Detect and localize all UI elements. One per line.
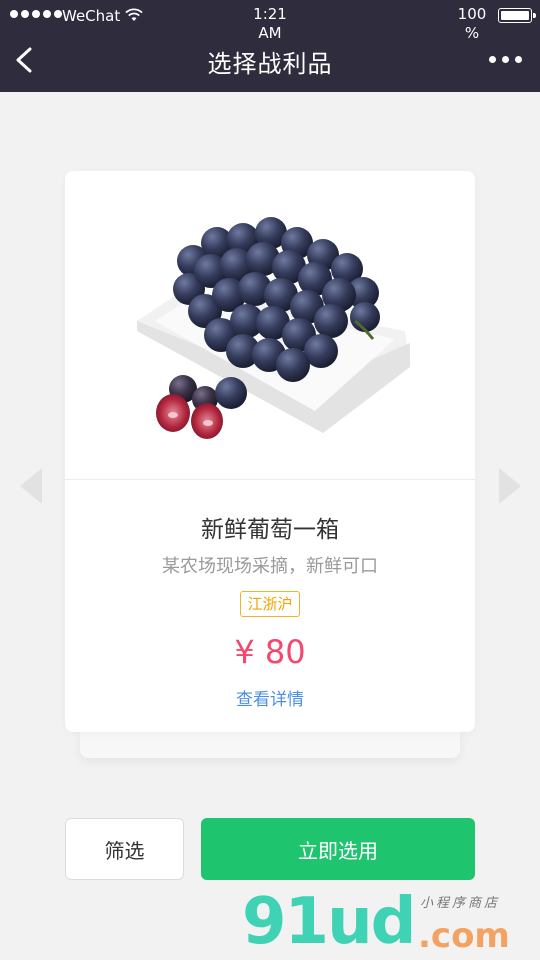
next-arrow-icon[interactable] [497, 466, 523, 506]
previous-arrow-icon[interactable] [18, 466, 44, 506]
filter-button[interactable]: 筛选 [65, 818, 184, 880]
product-image-grapes [137, 217, 410, 439]
product-name: 新鲜葡萄一箱 [201, 517, 339, 543]
back-arrow-icon[interactable] [12, 46, 36, 74]
watermark-logo: 91ud .com 小程序商店 [242, 886, 540, 960]
select-now-button[interactable]: 立即选用 [201, 818, 475, 880]
wifi-icon [125, 8, 143, 21]
watermark-domain: .com [418, 916, 510, 956]
status-bar: WeChat 1:21 AM 100 % [0, 0, 540, 42]
product-card[interactable]: 新鲜葡萄一箱 某农场现场采摘，新鲜可口 江浙沪 ¥ 80 查看详情 [65, 171, 475, 732]
top-bar: WeChat 1:21 AM 100 % 选择战利品 [0, 0, 540, 92]
page-title: 选择战利品 [207, 50, 333, 78]
view-details-link[interactable]: 查看详情 [65, 685, 475, 710]
region-badge: 江浙沪 [240, 591, 300, 617]
watermark-tagline: 小程序商店 [420, 896, 501, 911]
watermark-main: 91ud [242, 885, 416, 959]
battery-percent: 100 % [457, 5, 487, 42]
status-time: 1:21 AM [253, 5, 287, 42]
stacked-card-back [80, 730, 460, 758]
product-description: 某农场现场采摘，新鲜可口 [162, 556, 378, 577]
carrier-name: WeChat [62, 7, 121, 25]
product-price: ¥ 80 [234, 633, 306, 671]
signal-strength-icon [10, 10, 62, 18]
battery-icon [498, 8, 536, 23]
card-divider [65, 479, 475, 480]
more-options-icon[interactable] [489, 52, 522, 67]
